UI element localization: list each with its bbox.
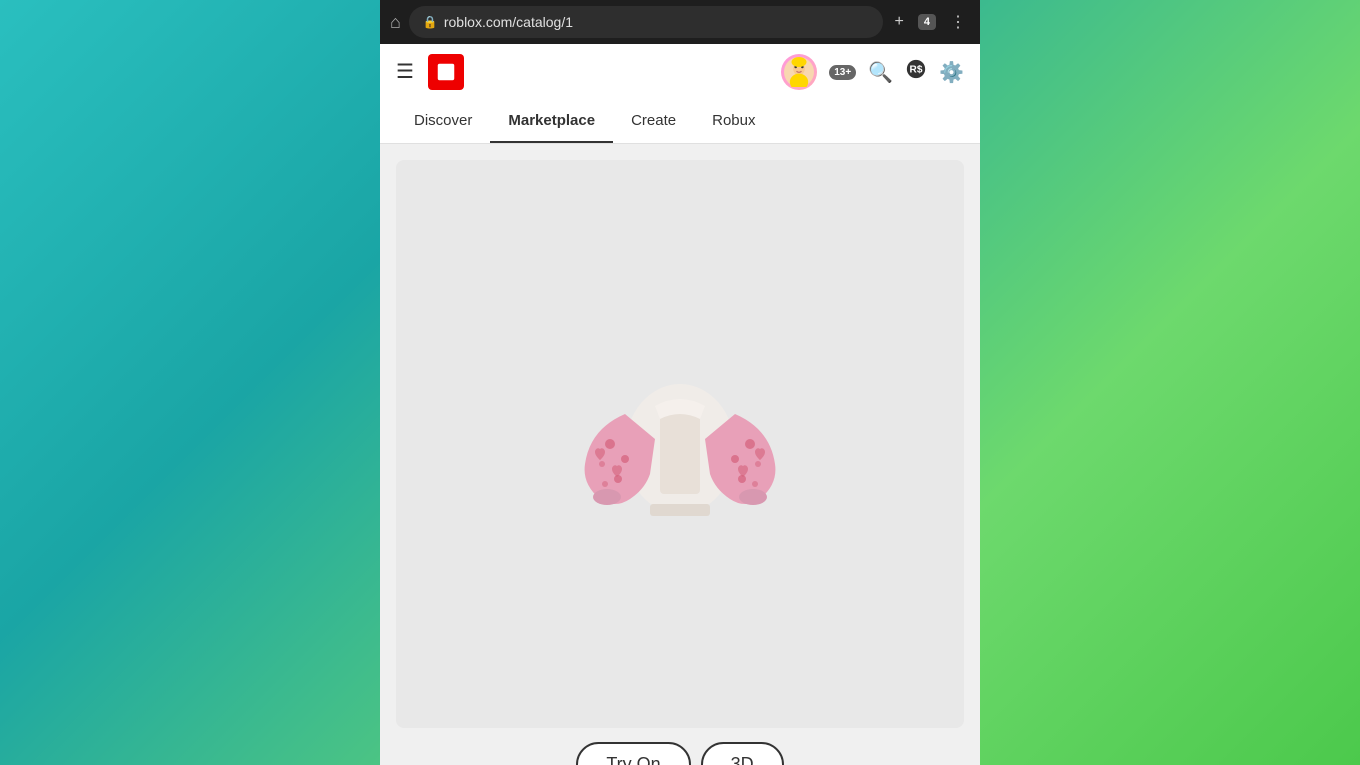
nav-discover[interactable]: Discover: [396, 100, 490, 143]
more-menu-button[interactable]: ⋮: [946, 8, 970, 36]
main-content: ···: [380, 144, 980, 765]
lock-icon: 🔒: [423, 15, 438, 29]
product-section: ···: [380, 144, 980, 765]
robux-icon-nav[interactable]: R$: [905, 58, 927, 86]
product-image: [396, 160, 964, 728]
nav-links: Discover Marketplace Create Robux: [396, 100, 964, 143]
navbar-top: ☰: [396, 44, 964, 100]
page-content: ☰: [380, 44, 980, 765]
browser-actions: + 4 ⋮: [891, 8, 970, 36]
avatar[interactable]: [781, 54, 817, 90]
url-text: roblox.com/catalog/1: [444, 14, 573, 30]
nav-right: 13+ 🔍 R$ ⚙️: [781, 54, 964, 90]
product-action-buttons: Try On 3D: [396, 742, 964, 765]
roblox-logo[interactable]: [428, 54, 464, 90]
home-icon[interactable]: ⌂: [390, 12, 401, 33]
browser-bar: ⌂ 🔒 roblox.com/catalog/1 + 4 ⋮: [380, 0, 980, 44]
hamburger-menu[interactable]: ☰: [396, 62, 414, 82]
nav-robux[interactable]: Robux: [694, 100, 773, 143]
search-icon[interactable]: 🔍: [868, 60, 893, 85]
try-on-button[interactable]: Try On: [576, 742, 690, 765]
age-badge: 13+: [829, 65, 856, 80]
address-bar[interactable]: 🔒 roblox.com/catalog/1: [409, 6, 883, 38]
nav-left: ☰: [396, 54, 464, 90]
add-tab-button[interactable]: +: [891, 9, 908, 35]
nav-create[interactable]: Create: [613, 100, 694, 143]
browser-window: ⌂ 🔒 roblox.com/catalog/1 + 4 ⋮ ☰: [380, 0, 980, 765]
three-d-button[interactable]: 3D: [701, 742, 784, 765]
roblox-navbar: ☰: [380, 44, 980, 144]
tab-count[interactable]: 4: [918, 14, 936, 30]
svg-text:R$: R$: [910, 65, 923, 76]
settings-icon[interactable]: ⚙️: [939, 60, 964, 85]
cardigan-svg: [570, 334, 790, 554]
nav-marketplace[interactable]: Marketplace: [490, 100, 613, 143]
